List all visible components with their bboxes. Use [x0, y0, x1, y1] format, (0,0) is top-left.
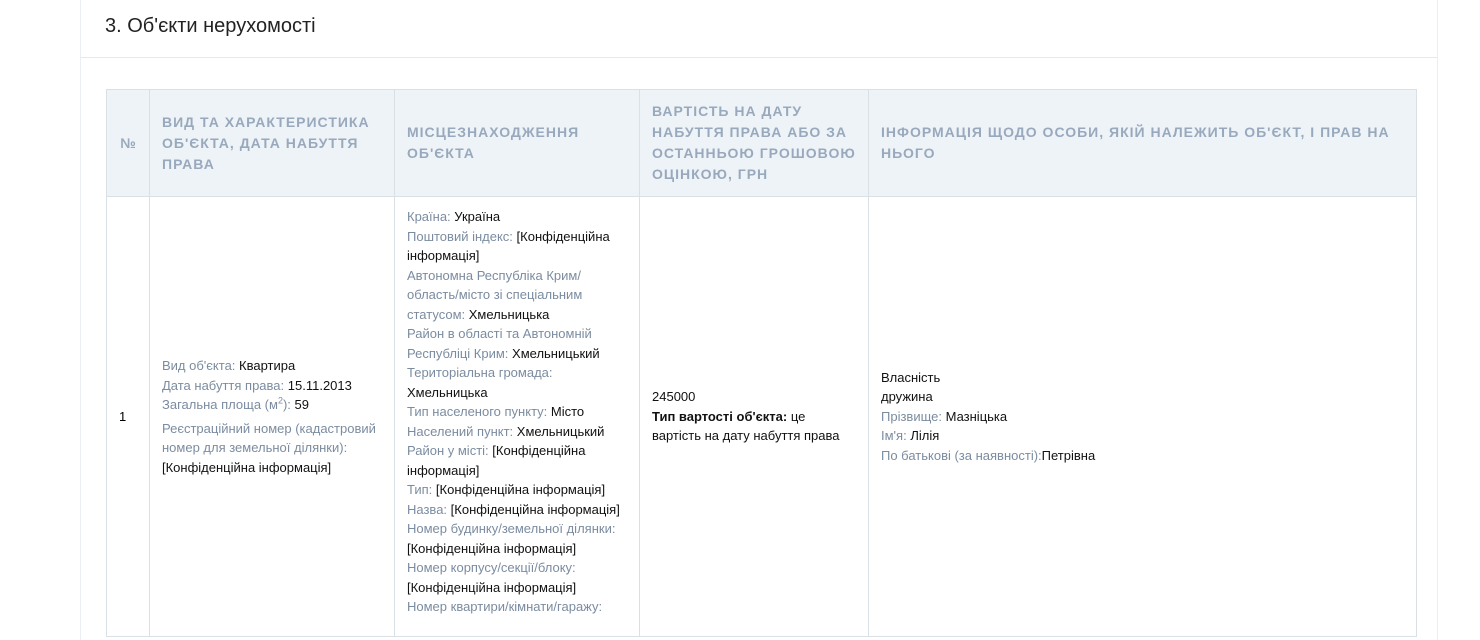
patronymic-label: По батькові (за наявності): — [881, 447, 1042, 463]
section-title: 3. Об'єкти нерухомості — [105, 15, 316, 37]
object-cell: Вид об'єкта: Квартира Дата набуття права… — [149, 196, 395, 637]
settlement-type-label: Тип населеного пункту: — [407, 404, 548, 419]
postal-label: Поштовий індекс: — [407, 228, 513, 244]
header-number: № — [106, 89, 150, 197]
location-apartment: Номер квартири/кімнати/гаражу: — [407, 597, 627, 617]
settlement-value: Хмельницький — [516, 423, 605, 439]
object-type: Вид об'єкта: Квартира — [162, 356, 382, 376]
table-header-row: № ВИД ТА ХАРАКТЕРИСТИКА ОБ'ЄКТА, ДАТА НА… — [106, 89, 1417, 197]
owner-cell: Власність дружина Прізвище: Мазніцька Ім… — [869, 197, 1417, 637]
building-label: Номер корпусу/секції/блоку: — [407, 560, 576, 575]
location-settlement-type: Тип населеного пункту: Місто — [407, 402, 627, 422]
location-cell: Країна: Україна Поштовий індекс: [Конфід… — [394, 196, 640, 637]
acquisition-date-label: Дата набуття права: — [162, 377, 285, 393]
location-street-type: Тип: [Конфіденційна інформація] — [407, 480, 627, 500]
city-district-label: Район у місті: — [407, 443, 489, 458]
street-name-label: Назва: — [407, 501, 448, 517]
community-label: Територіальна громада: — [407, 365, 553, 380]
surname-label: Прізвище: — [881, 408, 942, 424]
total-area-label: Загальна площа (м2): — [162, 396, 291, 412]
region-value: Хмельницька — [468, 306, 550, 322]
building-value: [Конфіденційна інформація] — [407, 579, 577, 595]
country-label: Країна: — [407, 209, 451, 224]
total-area-value: 59 — [294, 397, 310, 412]
community-value: Хмельницька — [407, 384, 488, 400]
apartment-label: Номер квартири/кімнати/гаражу: — [407, 599, 603, 614]
street-type-label: Тип: — [407, 482, 433, 497]
location-community: Територіальна громада: Хмельницька — [407, 363, 627, 402]
district-value: Хмельницький — [512, 345, 600, 361]
house-label: Номер будинку/земельної ділянки: — [407, 521, 616, 536]
value-type: Тип вартості об'єкта: це вартість на дат… — [652, 407, 856, 446]
registration-number-label: Реєстраційний номер (кадастровий номер д… — [162, 420, 376, 456]
surname-value: Мазніцька — [945, 408, 1008, 424]
location-city-district: Район у місті: [Конфіденційна інформація… — [407, 441, 627, 480]
name-label: Ім'я: — [881, 428, 907, 444]
owner-surname: Прізвище: Мазніцька — [881, 407, 1404, 427]
value-type-label: Тип вартості об'єкта: — [652, 408, 788, 424]
country-value: Україна — [454, 209, 501, 224]
registration-number-value: [Конфіденційна інформація] — [162, 459, 332, 475]
real-estate-table: № ВИД ТА ХАРАКТЕРИСТИКА ОБ'ЄКТА, ДАТА НА… — [106, 89, 1417, 637]
acquisition-date: Дата набуття права: 15.11.2013 — [162, 376, 382, 396]
table-row: 1 Вид об'єкта: Квартира Дата набуття пра… — [106, 196, 1417, 637]
object-type-label: Вид об'єкта: — [162, 358, 236, 373]
header-owner-info: ІНФОРМАЦІЯ ЩОДО ОСОБИ, ЯКІЙ НАЛЕЖИТЬ ОБ'… — [868, 89, 1417, 197]
house-value: [Конфіденційна інформація] — [407, 540, 577, 556]
location-district: Район в області та Автономній Республіці… — [407, 324, 627, 363]
location-region: Автономна Республіка Крим/ область/місто… — [407, 266, 627, 325]
settlement-type-value: Місто — [550, 404, 585, 419]
owner-right-type: Власність — [881, 369, 941, 385]
location-house: Номер будинку/земельної ділянки: [Конфід… — [407, 519, 627, 558]
location-building: Номер корпусу/секції/блоку: [Конфіденцій… — [407, 558, 627, 597]
street-type-value: [Конфіденційна інформація] — [435, 482, 606, 497]
owner-relation: дружина — [881, 389, 933, 405]
value-amount: 245000 — [652, 389, 696, 405]
header-location: МІСЦЕЗНАХОДЖЕННЯ ОБ'ЄКТА — [394, 89, 640, 197]
patronymic-value: Петрівна — [1041, 447, 1096, 463]
settlement-label: Населений пункт: — [407, 423, 514, 439]
total-area-label-text: Загальна площа (м — [162, 397, 278, 412]
location-postal: Поштовий індекс: [Конфіденційна інформац… — [407, 227, 627, 266]
row-number: 1 — [106, 196, 150, 637]
location-country: Країна: Україна — [407, 207, 627, 227]
header-object-type: ВИД ТА ХАРАКТЕРИСТИКА ОБ'ЄКТА, ДАТА НАБУ… — [149, 89, 395, 197]
real-estate-card: 3. Об'єкти нерухомості № ВИД ТА ХАРАКТЕР… — [80, 0, 1438, 640]
street-name-value: [Конфіденційна інформація] — [450, 501, 620, 517]
value-cell: 245000 Тип вартості об'єкта: це вартість… — [639, 196, 869, 637]
total-area-label-end: ): — [282, 397, 291, 412]
owner-patronymic: По батькові (за наявності):Петрівна — [881, 446, 1404, 466]
header-value: ВАРТІСТЬ НА ДАТУ НАБУТТЯ ПРАВА АБО ЗА ОС… — [639, 89, 869, 197]
total-area: Загальна площа (м2): 59 — [162, 395, 382, 415]
acquisition-date-value: 15.11.2013 — [287, 377, 352, 393]
object-type-value: Квартира — [239, 358, 296, 373]
location-street-name: Назва: [Конфіденційна інформація] — [407, 500, 627, 520]
location-settlement: Населений пункт: Хмельницький — [407, 422, 627, 442]
card-header: 3. Об'єкти нерухомості — [81, 0, 1437, 58]
owner-name: Ім'я: Лілія — [881, 426, 1404, 446]
name-value: Лілія — [910, 428, 940, 444]
